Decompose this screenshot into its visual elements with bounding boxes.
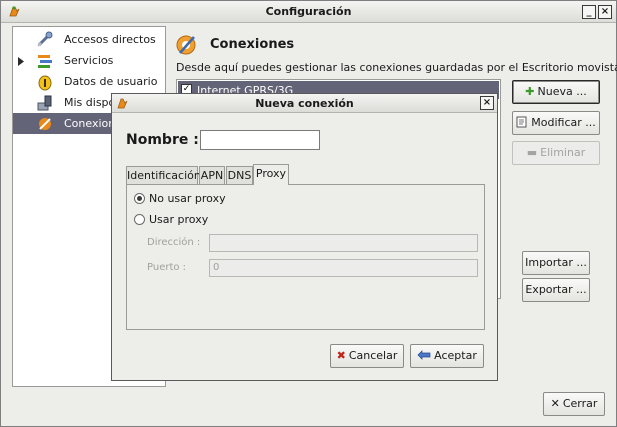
export-button[interactable]: Exportar ... [522, 278, 590, 302]
no-proxy-radio[interactable] [134, 193, 145, 204]
close-button[interactable]: ✕ Cerrar [543, 392, 605, 416]
sidebar-item-label: Conexion [64, 117, 116, 130]
dialog-close-button[interactable]: × [480, 96, 494, 110]
window-titlebar[interactable]: Configuración _ × [1, 1, 616, 23]
no-proxy-label[interactable]: No usar proxy [149, 192, 226, 205]
connections-header-icon [174, 33, 198, 57]
tab-identification[interactable]: Identificación [126, 166, 201, 185]
devices-icon [36, 94, 54, 112]
sidebar-item-services[interactable]: Servicios [13, 50, 165, 71]
close-window-button[interactable]: × [598, 5, 612, 19]
user-data-icon [36, 73, 54, 91]
shortcuts-icon [36, 31, 54, 49]
add-icon: ✚ [525, 85, 535, 98]
sidebar-item-shortcuts[interactable]: Accesos directos [13, 29, 165, 50]
cancel-icon: ✖ [336, 349, 346, 362]
sidebar-item-label: Servicios [64, 54, 114, 67]
page-title: Conexiones [210, 37, 295, 52]
sidebar-item-label: Datos de usuario [64, 75, 158, 88]
tab-apn[interactable]: APN [199, 166, 225, 185]
port-label: Puerto : [147, 262, 187, 273]
cancel-button[interactable]: ✖ Cancelar [330, 344, 404, 368]
address-label: Dirección : [147, 237, 201, 248]
proxy-panel: No usar proxy Usar proxy Dirección : Pue… [126, 184, 485, 330]
minimize-button[interactable]: _ [582, 5, 596, 19]
port-field[interactable]: 0 [209, 259, 478, 277]
name-label: Nombre : [126, 132, 199, 148]
edit-icon [516, 112, 528, 134]
expand-arrow-icon[interactable] [17, 56, 25, 66]
dialog-title: Nueva conexión [255, 97, 354, 110]
window-title: Configuración [265, 5, 352, 18]
dialog-titlebar[interactable]: Nueva conexión × [112, 94, 497, 113]
modify-button[interactable]: Modificar ... [512, 111, 600, 135]
delete-button[interactable]: ▬ Eliminar [512, 141, 600, 165]
page-description: Desde aquí puedes gestionar las conexion… [176, 61, 617, 74]
name-input[interactable] [200, 130, 320, 150]
new-connection-dialog: Nueva conexión × Nombre : Identificación… [111, 93, 498, 381]
connections-icon [36, 115, 54, 133]
address-field[interactable] [209, 234, 478, 252]
accept-icon [417, 345, 431, 367]
import-button[interactable]: Importar ... [522, 251, 590, 275]
use-proxy-label[interactable]: Usar proxy [149, 213, 208, 226]
use-proxy-radio[interactable] [134, 214, 145, 225]
sidebar-item-user-data[interactable]: Datos de usuario [13, 71, 165, 92]
delete-icon: ▬ [526, 146, 538, 159]
sidebar-item-label: Accesos directos [64, 33, 156, 46]
configuration-window: Configuración _ × Accesos directos Servi… [0, 0, 617, 427]
tab-dns[interactable]: DNS [226, 166, 253, 185]
new-connection-button[interactable]: ✚ Nueva ... [512, 80, 600, 104]
accept-button[interactable]: Aceptar [410, 344, 484, 368]
close-x-icon: ✕ [550, 397, 560, 410]
services-icon [36, 52, 54, 70]
tab-proxy[interactable]: Proxy [253, 164, 289, 185]
